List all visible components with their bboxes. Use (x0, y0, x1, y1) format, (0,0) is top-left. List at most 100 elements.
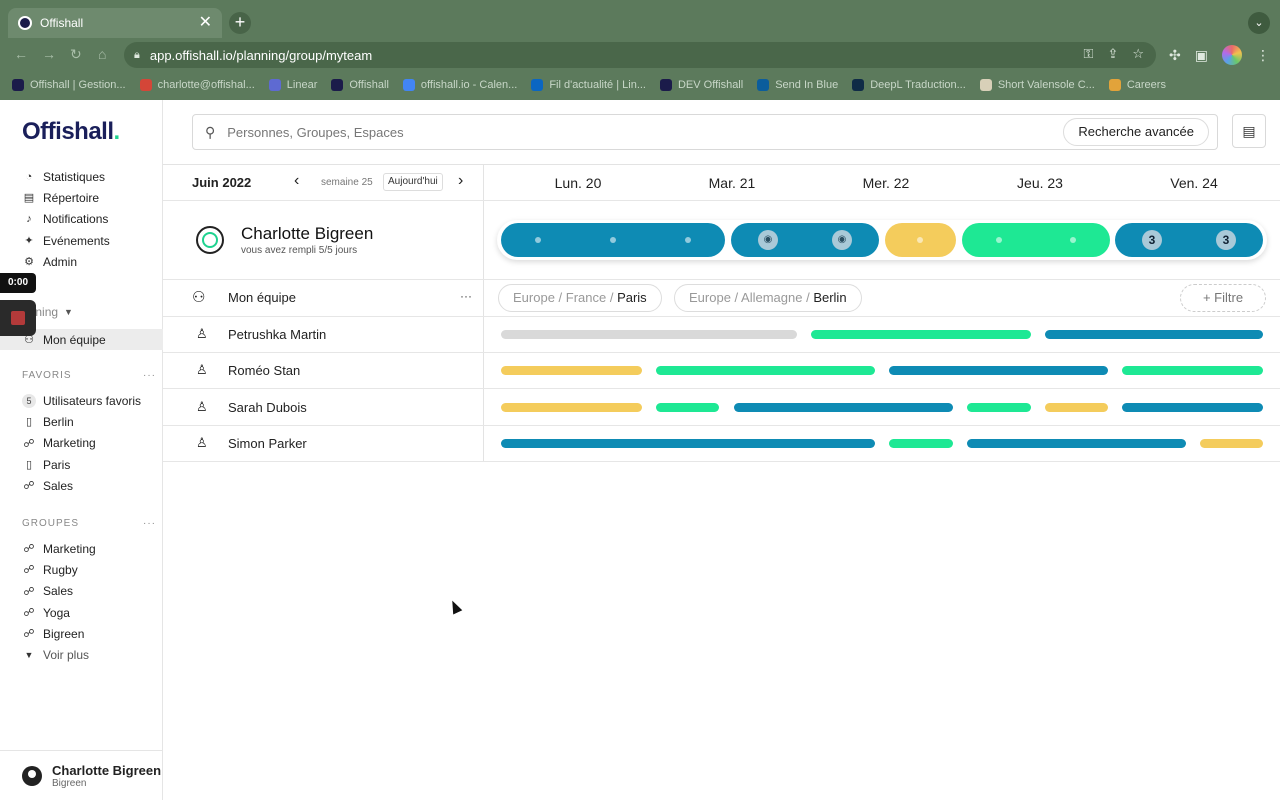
key-icon[interactable]: ⚿ (1084, 46, 1094, 62)
browser-tab[interactable]: Offishall ✕ (8, 8, 222, 38)
office-pill-count[interactable]: 3 3 (1115, 223, 1263, 257)
favorite-item[interactable]: 5 Utilisateurs favoris (22, 390, 141, 411)
today-button[interactable]: Aujourd'hui (383, 173, 443, 191)
day-header: Jeu. 23 (1017, 175, 1063, 191)
stop-recording-button[interactable] (0, 300, 36, 336)
schedule-bar-remote[interactable] (1045, 403, 1108, 412)
home-icon[interactable]: ⌂ (98, 46, 106, 62)
group-item[interactable]: ☍ Sales (22, 581, 96, 602)
reload-icon[interactable]: ↻ (70, 46, 82, 63)
group-item[interactable]: ☍ Marketing (22, 538, 95, 559)
export-document-icon[interactable]: ▤ (1232, 114, 1266, 148)
bookmark-item[interactable]: Careers (1108, 79, 1166, 91)
group-item[interactable]: ☍ Yoga (22, 602, 96, 623)
search-icon: ⚲ (205, 123, 216, 140)
favorite-item[interactable]: ☍ Sales (22, 475, 141, 496)
star-icon[interactable]: ☆ (1132, 46, 1144, 62)
bookmark-label: Send In Blue (775, 79, 839, 91)
bookmark-item[interactable]: Offishall (331, 79, 389, 91)
bookmark-item[interactable]: Linear (268, 79, 317, 91)
offishall-logo[interactable]: Offishall. (22, 118, 120, 146)
row-divider (163, 279, 1280, 280)
bookmark-label: Short Valensole C... (997, 79, 1095, 91)
groups-more-button[interactable]: ··· (143, 518, 156, 529)
extensions-icon[interactable]: ✣ (1169, 47, 1181, 64)
slot-dot (610, 237, 616, 243)
nav-repertoire[interactable]: ▤ Répertoire (22, 187, 110, 208)
address-bar[interactable]: 🔒︎ app.offishall.io/planning/group/mytea… (124, 42, 1156, 68)
schedule-bar-home[interactable] (656, 403, 719, 412)
favorite-item[interactable]: ▯ Paris (22, 454, 141, 475)
schedule-bar-home[interactable] (656, 366, 875, 375)
favorites-title: FAVORIS (22, 370, 72, 381)
schedule-bar-office[interactable] (734, 403, 953, 412)
nav-admin[interactable]: ⚙ Admin (22, 251, 110, 272)
team-more-button[interactable]: ··· (460, 289, 472, 303)
new-tab-button[interactable]: + (229, 12, 251, 34)
schedule-bar-office[interactable] (889, 366, 1108, 375)
schedule-bar-home[interactable] (889, 439, 953, 448)
see-more-button[interactable]: ▼ Voir plus (22, 644, 96, 665)
caret-down-icon: ▼ (24, 650, 34, 661)
group-item[interactable]: ☍ Rugby (22, 559, 96, 580)
schedule-bar-home[interactable] (967, 403, 1031, 412)
schedule-bar-home[interactable] (811, 330, 1031, 339)
profile-avatar[interactable] (1222, 45, 1242, 65)
nav-label: Mon équipe (43, 332, 106, 347)
member-name[interactable]: Sarah Dubois (228, 400, 307, 415)
bookmark-item[interactable]: Offishall | Gestion... (12, 79, 126, 91)
nav-notifications[interactable]: ♪ Notifications (22, 209, 110, 230)
location-path: Europe / France / (513, 290, 618, 305)
camera-icon: ◉ (832, 230, 852, 250)
favorite-item[interactable]: ☍ Marketing (22, 433, 141, 454)
forward-icon[interactable]: → (42, 46, 56, 62)
back-icon[interactable]: ← (14, 46, 28, 62)
schedule-bar-remote[interactable] (501, 366, 642, 375)
bookmark-item[interactable]: Fil d'actualité | Lin... (531, 79, 646, 91)
location-filter-paris[interactable]: Europe / France / Paris (498, 284, 662, 312)
previous-week-button[interactable]: ‹ (294, 172, 299, 190)
tab-search-icon[interactable]: ⌄ (1248, 12, 1270, 34)
schedule-bar-office[interactable] (1122, 403, 1263, 412)
current-user[interactable]: Charlotte Bigreen Bigreen (0, 750, 163, 800)
advanced-search-button[interactable]: Recherche avancée (1063, 118, 1209, 146)
side-panel-icon[interactable]: ▣ (1195, 47, 1208, 64)
share-icon[interactable]: ⇪ (1107, 46, 1118, 62)
nav-evenements[interactable]: ✦ Evénements (22, 230, 109, 251)
menu-icon[interactable]: ⋮ (1256, 47, 1270, 64)
bookmark-favicon-icon (268, 79, 281, 91)
location-filter-berlin[interactable]: Europe / Allemagne / Berlin (674, 284, 862, 312)
next-week-button[interactable]: › (458, 172, 463, 190)
schedule-bar-remote[interactable] (1200, 439, 1263, 448)
member-name[interactable]: Roméo Stan (228, 363, 300, 378)
bookmark-item[interactable]: DeepL Traduction... (852, 79, 966, 91)
schedule-bar-office[interactable] (967, 439, 1186, 448)
my-week-planning: ◉ ◉ 3 3 (497, 220, 1267, 260)
bookmark-label: Offishall | Gestion... (30, 79, 126, 91)
bookmark-item[interactable]: charlotte@offishal... (139, 79, 255, 91)
bookmark-item[interactable]: Send In Blue (757, 79, 838, 91)
schedule-bar-home[interactable] (1122, 366, 1263, 375)
favorite-item[interactable]: ▯ Berlin (22, 411, 141, 432)
add-filter-button[interactable]: + Filtre (1180, 284, 1266, 312)
office-pill-camera[interactable]: ◉ ◉ (731, 223, 879, 257)
member-name[interactable]: Petrushka Martin (228, 327, 326, 342)
schedule-bar-absent[interactable] (501, 330, 797, 339)
group-item[interactable]: ☍ Bigreen (22, 623, 96, 644)
favorites-more-button[interactable]: ··· (143, 370, 156, 381)
schedule-bar-office[interactable] (501, 439, 875, 448)
remote-pill[interactable] (885, 223, 956, 257)
bookmark-item[interactable]: DEV Offishall (659, 79, 743, 91)
close-icon[interactable]: ✕ (199, 15, 212, 31)
search-input[interactable] (227, 124, 1028, 140)
bookmark-item[interactable]: Short Valensole C... (979, 79, 1095, 91)
member-name[interactable]: Simon Parker (228, 436, 307, 451)
bookmark-item[interactable]: offishall.io - Calen... (402, 79, 517, 91)
office-pill-mon-wed[interactable] (501, 223, 725, 257)
building-icon: ▯ (25, 416, 33, 429)
schedule-bar-office[interactable] (1045, 330, 1263, 339)
schedule-bar-remote[interactable] (501, 403, 642, 412)
nav-statistiques[interactable]: ◔ Statistiques (22, 166, 110, 187)
bookmark-favicon-icon (979, 79, 992, 91)
home-pill[interactable] (962, 223, 1110, 257)
